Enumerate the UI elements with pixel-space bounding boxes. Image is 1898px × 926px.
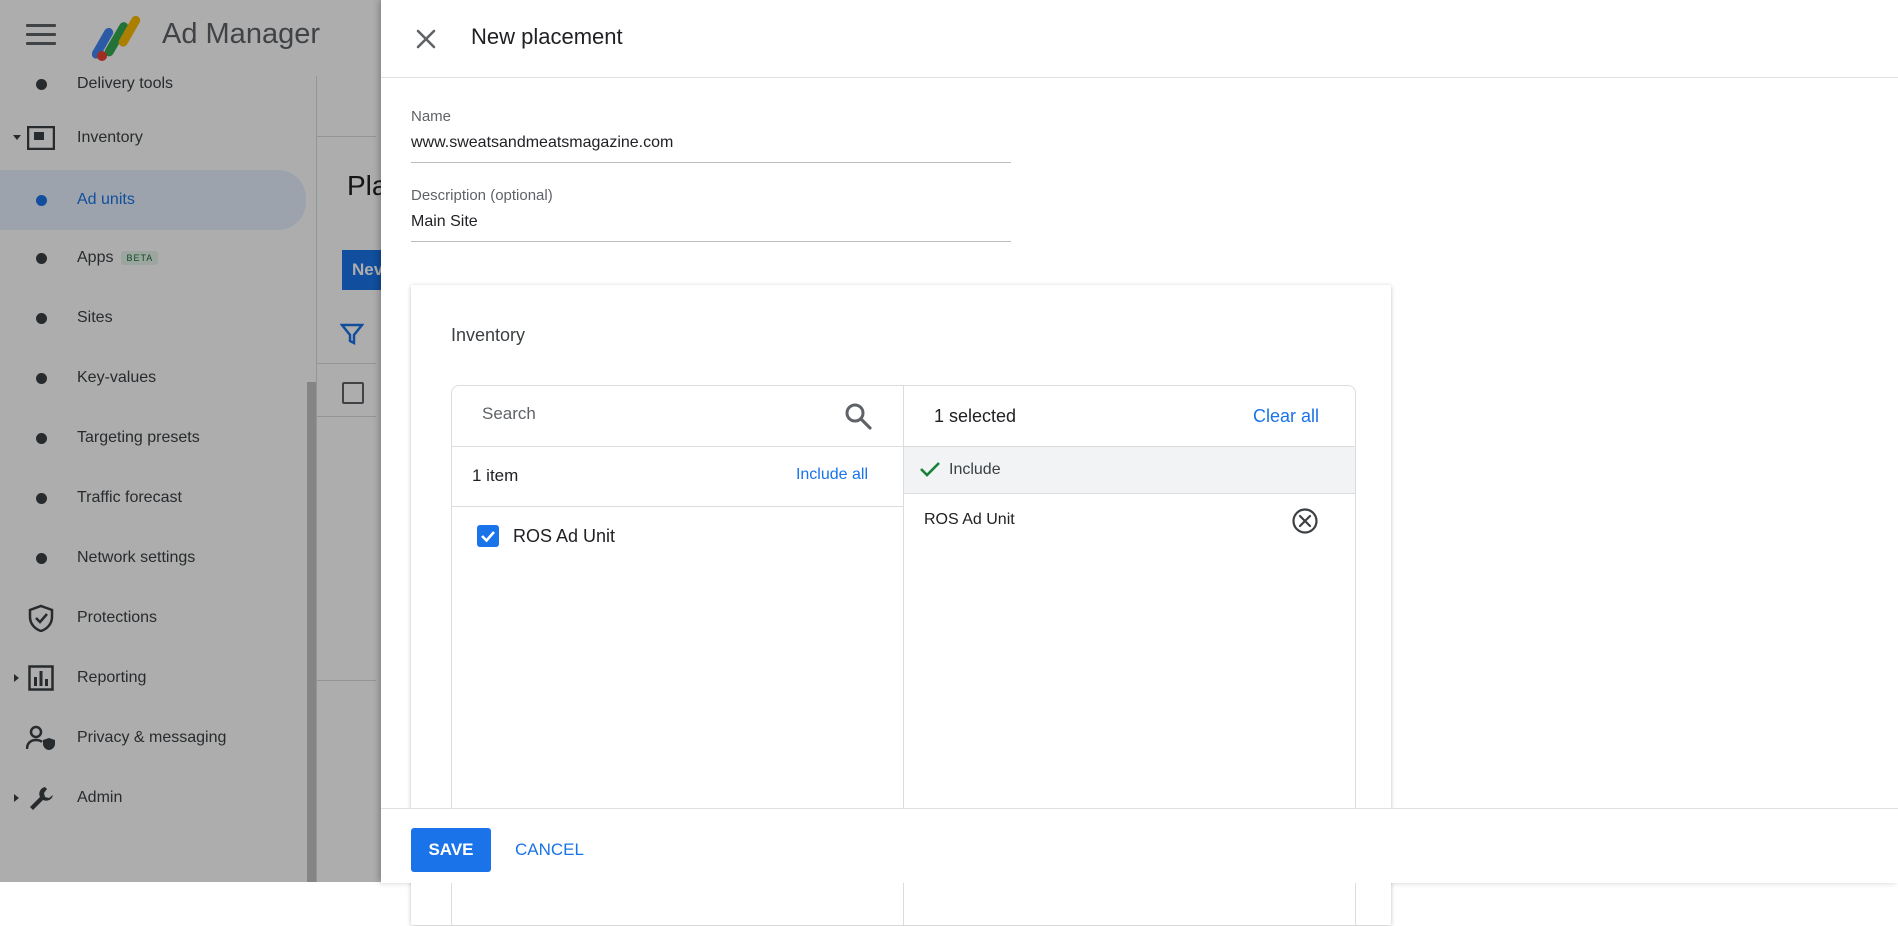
- clear-all-link[interactable]: Clear all: [1253, 406, 1319, 427]
- search-icon[interactable]: [844, 402, 872, 430]
- description-input[interactable]: Main Site: [411, 213, 1011, 241]
- selected-header: 1 selected Clear all: [904, 386, 1355, 446]
- name-input[interactable]: www.sweatsandmeatsmagazine.com: [411, 134, 1011, 162]
- save-button[interactable]: SAVE: [411, 828, 491, 872]
- check-icon: [920, 462, 940, 477]
- list-item-label: ROS Ad Unit: [513, 526, 616, 546]
- include-all-link[interactable]: Include all: [796, 466, 868, 484]
- remove-circle-icon[interactable]: [1290, 506, 1320, 536]
- search-placeholder: Search: [482, 404, 536, 423]
- checkbox-checked-icon[interactable]: [477, 525, 499, 547]
- inventory-title: Inventory: [451, 325, 526, 345]
- selected-item-label: ROS Ad Unit: [924, 511, 1015, 528]
- panel-footer: SAVE CANCEL: [381, 808, 1898, 883]
- include-label: Include: [949, 461, 1001, 478]
- name-field-label: Name: [411, 108, 452, 125]
- name-field[interactable]: Name www.sweatsandmeatsmagazine.com: [411, 108, 1011, 163]
- selected-item: ROS Ad Unit: [904, 492, 1355, 550]
- description-field-label: Description (optional): [411, 187, 553, 204]
- description-field[interactable]: Description (optional) Main Site: [411, 187, 1011, 242]
- new-placement-panel: New placement Name www.sweatsandmeatsmag…: [381, 0, 1898, 926]
- panel-header: New placement: [381, 0, 1898, 78]
- include-group-header: Include: [904, 446, 1355, 494]
- item-count: 1 item: [472, 466, 519, 485]
- item-count-row: 1 item Include all: [452, 446, 903, 507]
- cancel-button[interactable]: CANCEL: [503, 828, 596, 872]
- close-icon[interactable]: [411, 24, 441, 54]
- selected-count: 1 selected: [934, 406, 1017, 426]
- search-input[interactable]: Search: [452, 386, 903, 447]
- panel-title: New placement: [471, 24, 623, 49]
- list-item[interactable]: ROS Ad Unit: [452, 506, 903, 570]
